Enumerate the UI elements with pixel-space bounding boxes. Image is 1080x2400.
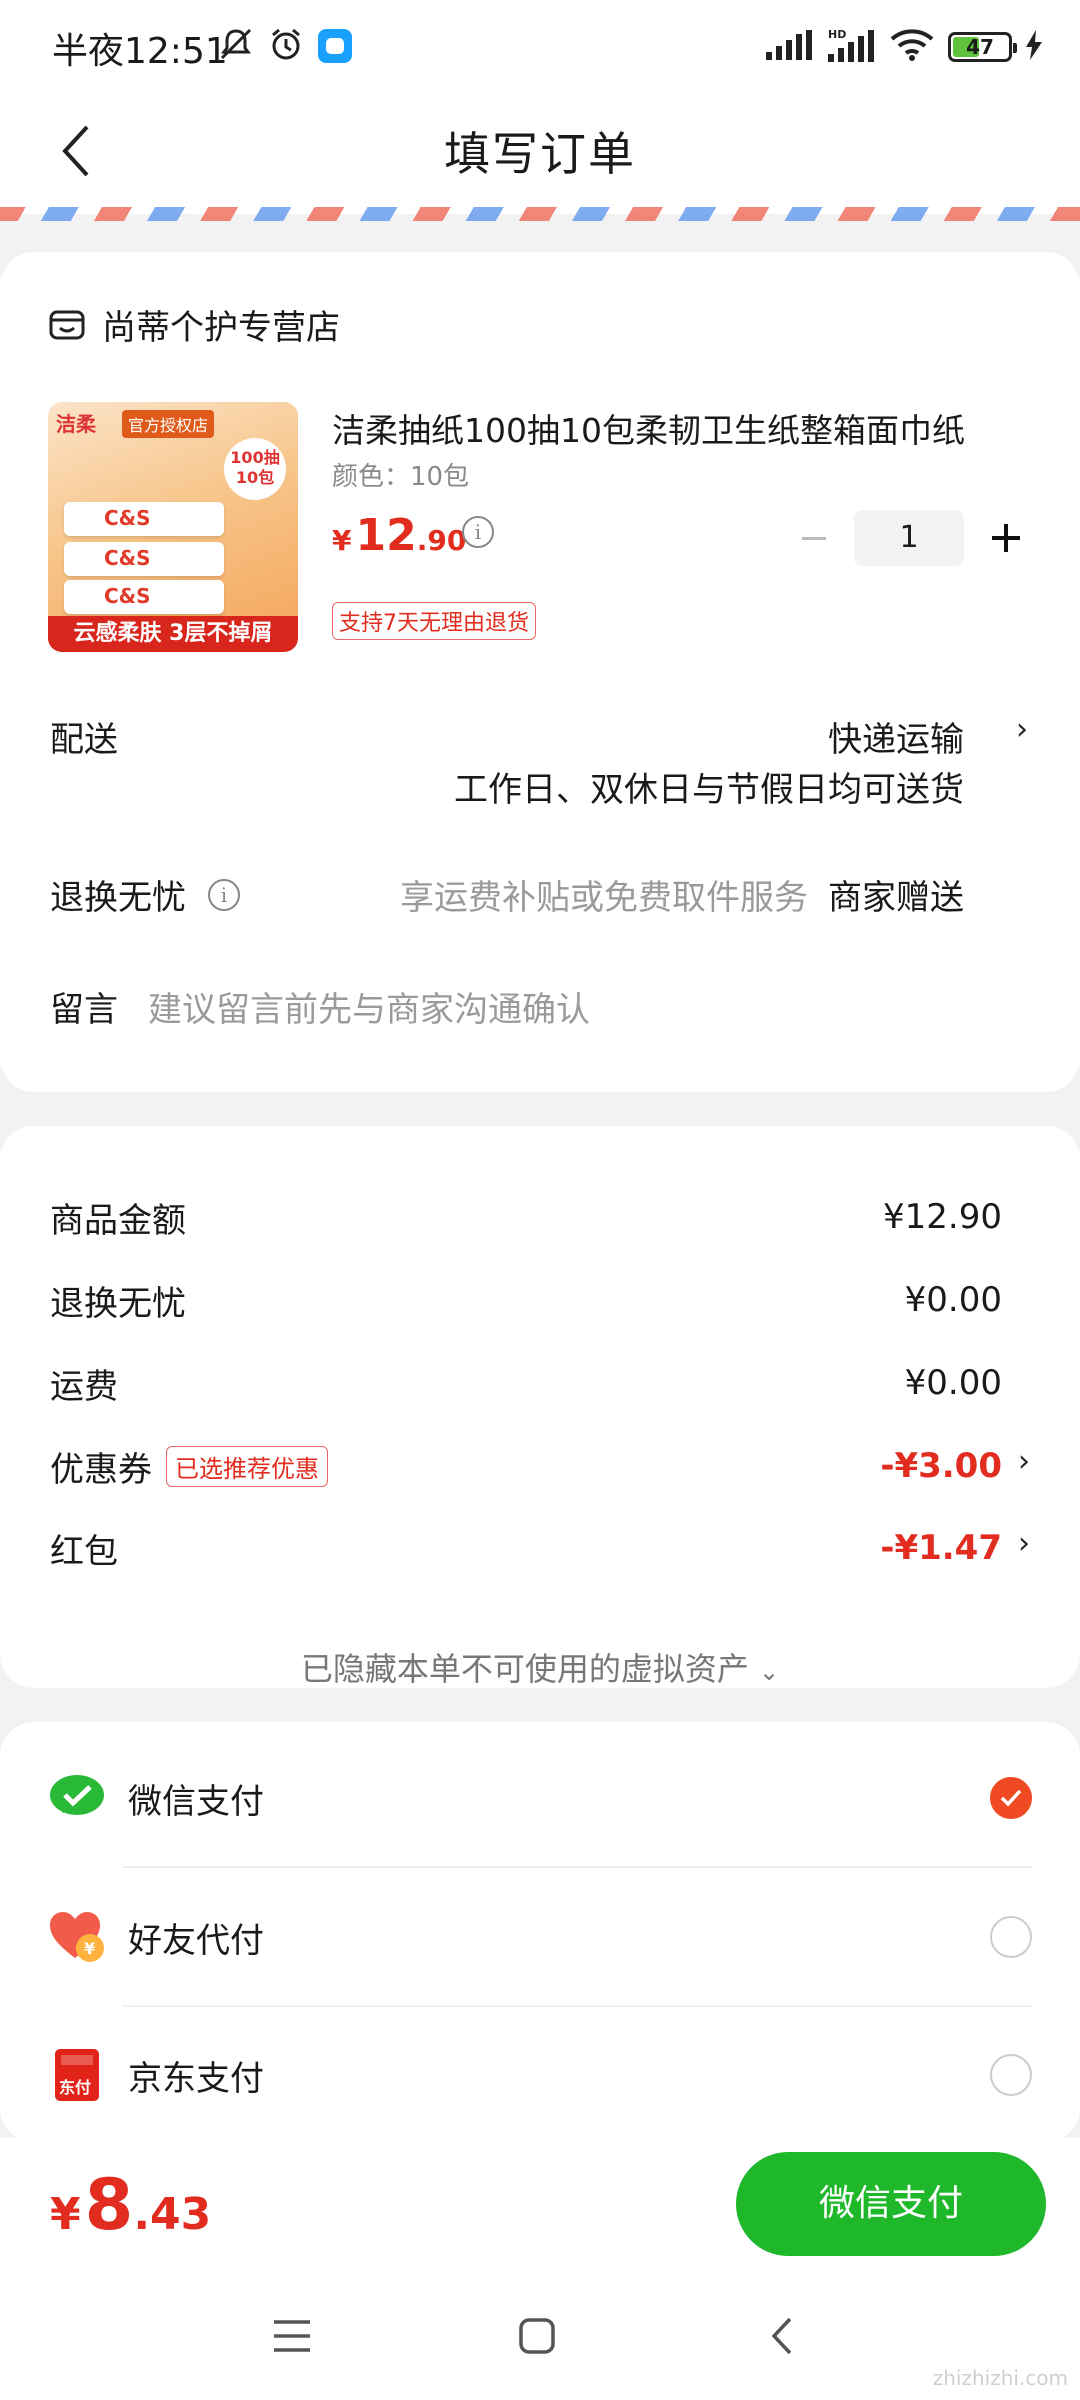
- signal-icon: [766, 30, 814, 64]
- red-packet-row[interactable]: 红包 -¥1.47: [50, 1523, 1030, 1573]
- hidden-assets-toggle[interactable]: 已隐藏本单不可使用的虚拟资产 ⌄: [0, 1644, 1080, 1690]
- shipping-row: 运费 ¥0.00: [50, 1363, 1002, 1407]
- goods-amount-row: 商品金额 ¥12.90: [50, 1197, 1002, 1241]
- wechat-pay-icon: [48, 1769, 106, 1827]
- message-input[interactable]: 建议留言前先与商家沟通确认: [148, 982, 590, 1031]
- payment-option-wechat[interactable]: 微信支付: [48, 1753, 1032, 1843]
- pay-button[interactable]: 微信支付: [736, 2152, 1046, 2256]
- total-price: ¥ 8 .43: [50, 2164, 212, 2246]
- payment-option-jd[interactable]: 东付 京东支付: [48, 2030, 1032, 2120]
- delivery-chevron-icon[interactable]: ›: [1016, 712, 1028, 747]
- friend-pay-heart-icon: ¥: [48, 1908, 106, 1966]
- decrease-button[interactable]: [794, 518, 834, 558]
- page-title: 填写订单: [444, 127, 636, 181]
- signal-hd-icon: HD: [828, 28, 876, 66]
- svg-text:¥: ¥: [84, 1939, 95, 1958]
- alarm-icon: [268, 26, 304, 66]
- quantity-input[interactable]: 1: [854, 510, 964, 566]
- svg-text:东付: 东付: [59, 2078, 91, 2097]
- product-title[interactable]: 洁柔抽纸100抽10包柔韧卫生纸整箱面巾纸: [332, 404, 1022, 452]
- airmail-border: [0, 207, 1080, 221]
- order-item-card: 尚蒂个护专营店 洁柔 官方授权店 100抽10包 C&S C&S C&S 云感柔…: [0, 252, 1080, 1092]
- return-policy-tag: 支持7天无理由退货: [332, 602, 536, 640]
- message-label: 留言: [50, 990, 118, 1030]
- svg-text:HD: HD: [828, 28, 846, 41]
- coupon-tag: 已选推荐优惠: [166, 1445, 328, 1487]
- worry-free-info-icon[interactable]: i: [208, 878, 240, 911]
- delivery-label: 配送: [50, 720, 118, 760]
- system-nav-bar: zhizhizhi.com: [0, 2278, 1080, 2400]
- worry-free-fee-row: 退换无忧 ¥0.00: [50, 1280, 1002, 1324]
- back-nav-icon[interactable]: [752, 2306, 812, 2366]
- store-name: 尚蒂个护专营店: [102, 308, 340, 348]
- wechat-radio[interactable]: [990, 1777, 1032, 1819]
- store-icon: [49, 310, 85, 339]
- store-header[interactable]: 尚蒂个护专营店: [48, 300, 340, 349]
- coupon-row[interactable]: 优惠券 已选推荐优惠 -¥3.00: [50, 1441, 1030, 1491]
- friend-radio[interactable]: [990, 1916, 1032, 1958]
- page-header: 填写订单: [0, 96, 1080, 214]
- home-icon[interactable]: [507, 2306, 567, 2366]
- red-packet-value: -¥1.47: [880, 1528, 1002, 1568]
- product-spec[interactable]: 颜色：10包: [332, 456, 469, 493]
- price-info-icon[interactable]: i: [462, 516, 494, 548]
- jd-pay-icon: 东付: [48, 2046, 106, 2104]
- coupon-chevron-icon[interactable]: ›: [1018, 1444, 1030, 1479]
- battery-icon: 47: [948, 32, 1017, 62]
- increase-button[interactable]: [986, 518, 1026, 558]
- red-packet-chevron-icon[interactable]: ›: [1018, 1526, 1030, 1561]
- worry-free-label: 退换无忧: [50, 878, 186, 918]
- delivery-method[interactable]: 快递运输: [828, 712, 964, 761]
- charging-icon: [1026, 30, 1042, 64]
- quantity-stepper: 1: [794, 510, 1026, 566]
- menu-icon[interactable]: [262, 2306, 322, 2366]
- status-time: 半夜12:51: [52, 31, 228, 72]
- mute-bell-icon: [218, 26, 254, 66]
- checkout-bar: ¥ 8 .43 微信支付: [0, 2138, 1080, 2278]
- message-row[interactable]: 留言 建议留言前先与商家沟通确认: [50, 982, 590, 1031]
- app-notification-icon: [318, 29, 352, 63]
- jd-radio[interactable]: [990, 2054, 1032, 2096]
- chevron-down-icon: ⌄: [759, 1658, 780, 1686]
- worry-free-hint: 享运费补贴或免费取件服务: [400, 878, 808, 918]
- payment-option-friend[interactable]: ¥ 好友代付: [48, 1892, 1032, 1982]
- watermark: zhizhizhi.com: [932, 2366, 1068, 2390]
- status-bar: 半夜12:51 HD 47: [0, 0, 1080, 96]
- wifi-icon: [890, 29, 934, 65]
- coupon-value: -¥3.00: [880, 1446, 1002, 1486]
- worry-free-value[interactable]: 商家赠送: [828, 870, 964, 919]
- delivery-note: 工作日、双休日与节假日均可送货: [454, 770, 964, 810]
- product-price: ¥ 12 .90: [332, 510, 467, 561]
- product-image[interactable]: 洁柔 官方授权店 100抽10包 C&S C&S C&S 云感柔肤 3层不掉屑: [48, 402, 298, 652]
